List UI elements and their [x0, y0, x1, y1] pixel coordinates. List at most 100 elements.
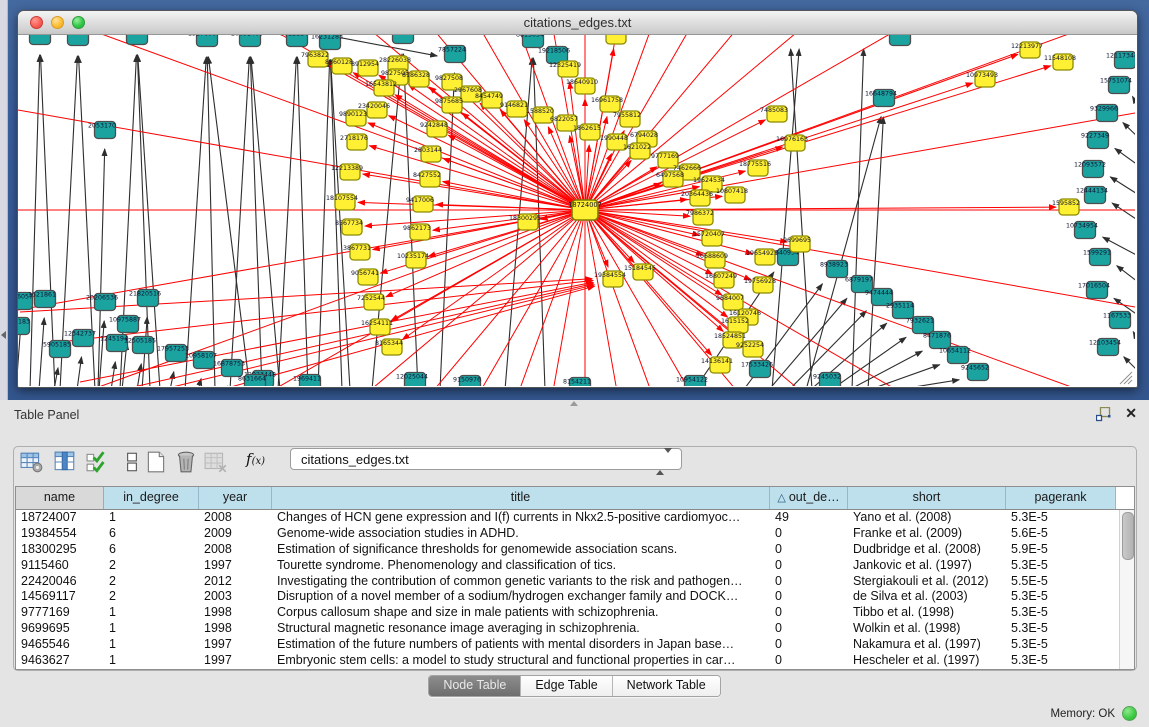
- graph-node[interactable]: 10654112: [939, 347, 971, 364]
- cell-pagerank[interactable]: 5.3E-5: [1006, 605, 1116, 621]
- graph-node[interactable]: 10954122: [676, 376, 708, 387]
- cell-title[interactable]: Genome-wide association studies in ADHD.: [272, 526, 770, 542]
- graph-node[interactable]: 12093572: [1074, 161, 1106, 178]
- table-row[interactable]: 1830029562008Estimation of significance …: [16, 542, 1134, 558]
- cell-out_degree[interactable]: 0: [770, 558, 848, 574]
- graph-node[interactable]: 15751074: [1100, 77, 1132, 94]
- graph-node[interactable]: 9245652: [961, 364, 989, 381]
- cell-name[interactable]: 9463627: [16, 653, 104, 669]
- graph-node[interactable]: 7857224: [438, 46, 466, 63]
- cell-title[interactable]: Disruption of a novel member of a sodium…: [272, 589, 770, 605]
- graph-node[interactable]: 8938923: [820, 261, 848, 278]
- select-all-icon[interactable]: [86, 449, 110, 475]
- cell-out_degree[interactable]: 0: [770, 637, 848, 653]
- graph-node[interactable]: 1862615: [573, 124, 601, 140]
- graph-node[interactable]: 9252254: [736, 341, 764, 357]
- cell-year[interactable]: 2009: [199, 526, 272, 542]
- cell-title[interactable]: Estimation of the future numbers of pati…: [272, 637, 770, 653]
- cell-short[interactable]: Dudbridge et al. (2008): [848, 542, 1006, 558]
- cell-pagerank[interactable]: 5.3E-5: [1006, 637, 1116, 653]
- graph-node[interactable]: 8154211: [563, 378, 591, 387]
- graph-node[interactable]: 8165344: [375, 339, 403, 355]
- graph-node[interactable]: 19756928: [744, 277, 776, 293]
- cell-year[interactable]: 2003: [199, 589, 272, 605]
- graph-node[interactable]: 10235174: [397, 252, 429, 268]
- graph-node[interactable]: 1167533: [1103, 312, 1131, 329]
- graph-node[interactable]: 8427552: [413, 171, 441, 187]
- table-row[interactable]: 2242004622012Investigating the contribut…: [16, 574, 1134, 590]
- cell-title[interactable]: Corpus callosum shape and size in male p…: [272, 605, 770, 621]
- cell-year[interactable]: 1998: [199, 621, 272, 637]
- graph-node[interactable]: 20364436: [681, 190, 713, 206]
- cell-title[interactable]: Estimation of significance thresholds fo…: [272, 542, 770, 558]
- cell-out_degree[interactable]: 0: [770, 574, 848, 590]
- cell-short[interactable]: Hescheler et al. (1997): [848, 653, 1006, 669]
- graph-node[interactable]: 8567734: [335, 219, 363, 235]
- network-view-canvas[interactable]: 1935822403557410055287152760672069140696…: [18, 35, 1135, 386]
- graph-node[interactable]: 3913183: [18, 318, 30, 335]
- window-resize-grip-icon[interactable]: [1120, 372, 1132, 384]
- show-columns-icon[interactable]: [53, 449, 77, 475]
- cell-title[interactable]: Tourette syndrome. Phenomenology and cla…: [272, 558, 770, 574]
- cell-name[interactable]: 18724007: [16, 510, 104, 526]
- graph-node[interactable]: 10734954: [1066, 222, 1098, 239]
- graph-node[interactable]: 10973493: [966, 71, 998, 87]
- graph-node[interactable]: 1621022: [623, 143, 651, 159]
- row-selection-icon[interactable]: [120, 449, 144, 475]
- graph-node[interactable]: 9684007: [716, 294, 744, 310]
- cell-name[interactable]: 9777169: [16, 605, 104, 621]
- cell-in_degree[interactable]: 2: [104, 574, 199, 590]
- graph-node[interactable]: 9890123: [339, 110, 367, 126]
- cell-title[interactable]: Embryonic stem cells: a model to study s…: [272, 653, 770, 669]
- cell-title[interactable]: Changes of HCN gene expression and I(f) …: [272, 510, 770, 526]
- graph-node[interactable]: 15184545: [624, 264, 656, 280]
- create-table-icon[interactable]: [144, 449, 168, 475]
- graph-node[interactable]: 11548108: [1044, 54, 1076, 70]
- graph-node[interactable]: 21820516: [129, 290, 161, 307]
- float-panel-icon[interactable]: [1096, 407, 1111, 422]
- cell-pagerank[interactable]: 5.6E-5: [1006, 526, 1116, 542]
- graph-node[interactable]: 9875685: [435, 97, 463, 113]
- delete-columns-icon[interactable]: [174, 449, 198, 475]
- graph-node[interactable]: 15712344: [597, 35, 629, 44]
- splitter-collapse-arrow-icon[interactable]: [1, 331, 6, 339]
- graph-node[interactable]: 8471876: [923, 332, 951, 349]
- cell-name[interactable]: 22420046: [16, 574, 104, 590]
- graph-node[interactable]: 12025044: [396, 373, 428, 387]
- graph-node[interactable]: 17016504: [1078, 282, 1110, 299]
- graph-node[interactable]: 8813054: [516, 35, 544, 48]
- column-header-out_degree[interactable]: △out_de…: [770, 487, 848, 509]
- graph-node[interactable]: 9862173: [403, 224, 431, 240]
- graph-node[interactable]: 20691406: [231, 35, 263, 47]
- graph-node[interactable]: 2053170: [88, 122, 116, 139]
- cell-pagerank[interactable]: 5.3E-5: [1006, 621, 1116, 637]
- cell-out_degree[interactable]: 0: [770, 526, 848, 542]
- cell-short[interactable]: de Silva et al. (2003): [848, 589, 1006, 605]
- cell-out_degree[interactable]: 0: [770, 589, 848, 605]
- column-header-title[interactable]: title: [272, 487, 770, 509]
- graph-node[interactable]: 1969411: [293, 375, 321, 387]
- graph-node[interactable]: 17533426: [741, 361, 773, 378]
- cell-in_degree[interactable]: 1: [104, 621, 199, 637]
- hub-node[interactable]: 18724007: [568, 200, 602, 220]
- cell-out_degree[interactable]: 0: [770, 621, 848, 637]
- panel-resize-grip[interactable]: [570, 401, 578, 406]
- graph-node[interactable]: 18775516: [739, 160, 771, 176]
- graph-node[interactable]: 18300295: [509, 214, 541, 230]
- graph-node[interactable]: 1615152: [721, 317, 749, 333]
- graph-node[interactable]: 2718176: [340, 134, 368, 150]
- column-header-short[interactable]: short: [848, 487, 1006, 509]
- cell-name[interactable]: 18300295: [16, 542, 104, 558]
- table-vertical-scrollbar[interactable]: [1119, 510, 1134, 669]
- cell-pagerank[interactable]: 5.3E-5: [1006, 510, 1116, 526]
- cell-title[interactable]: Investigating the contribution of common…: [272, 574, 770, 590]
- column-header-year[interactable]: year: [199, 487, 272, 509]
- tab-node-table[interactable]: Node Table: [429, 676, 520, 696]
- graph-node[interactable]: 19654923: [746, 249, 778, 265]
- cell-year[interactable]: 1998: [199, 605, 272, 621]
- cell-in_degree[interactable]: 6: [104, 526, 199, 542]
- cell-in_degree[interactable]: 1: [104, 605, 199, 621]
- graph-node[interactable]: 12103454: [1089, 339, 1121, 356]
- table-row[interactable]: 977716911998Corpus callosum shape and si…: [16, 605, 1134, 621]
- graph-node[interactable]: 7932621: [906, 317, 934, 334]
